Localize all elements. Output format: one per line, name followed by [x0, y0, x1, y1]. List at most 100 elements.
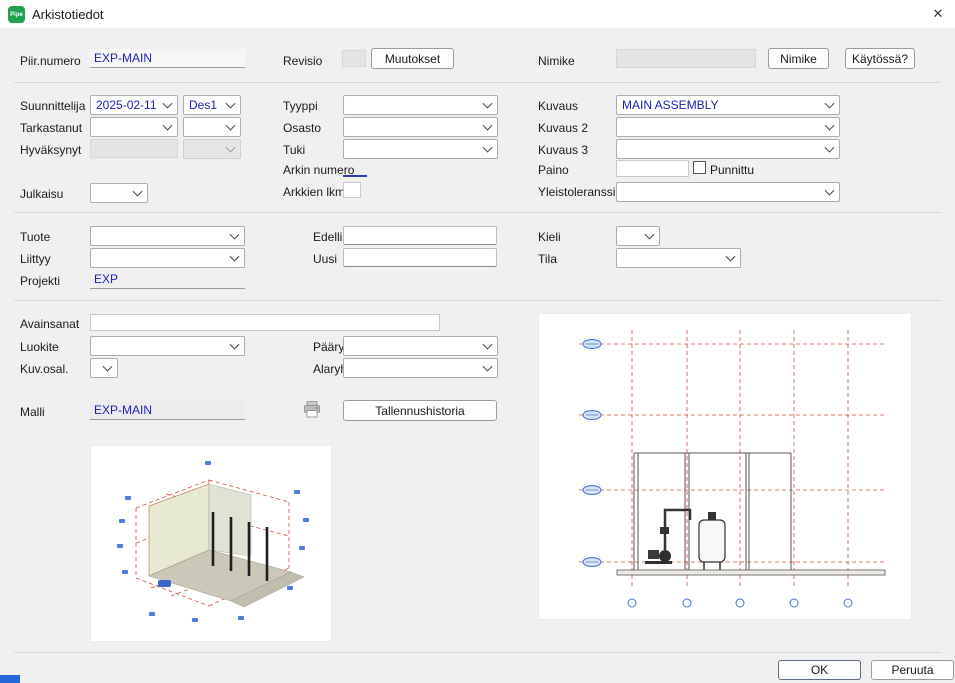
- chevron-down-icon: [230, 340, 240, 350]
- kuvaus3-select[interactable]: [616, 139, 840, 159]
- iso-preview: [90, 445, 332, 642]
- suunnittelija-date-value: 2025-02-11: [96, 98, 157, 112]
- kuvaus3-label: Kuvaus 3: [538, 142, 588, 158]
- hyvaksynyt-date-field: [90, 139, 178, 158]
- chevron-down-icon: [163, 99, 173, 109]
- separator: [14, 652, 941, 653]
- peruuta-button[interactable]: Peruuta: [871, 660, 954, 680]
- punnittu-label: Punnittu: [710, 162, 754, 178]
- chevron-down-icon: [483, 143, 493, 153]
- kuvaus-select[interactable]: MAIN ASSEMBLY: [616, 95, 840, 115]
- yleistoleranssi-label: Yleistoleranssi: [538, 184, 615, 200]
- julkaisu-label: Julkaisu: [20, 186, 63, 202]
- kuvaus-value: MAIN ASSEMBLY: [622, 98, 718, 112]
- paino-field[interactable]: [616, 160, 689, 177]
- piir-numero-field[interactable]: EXP-MAIN: [90, 49, 245, 68]
- tila-label: Tila: [538, 251, 557, 267]
- julkaisu-select[interactable]: [90, 183, 148, 203]
- edellinen-field[interactable]: [343, 226, 497, 245]
- liittyy-label: Liittyy: [20, 251, 51, 267]
- kuvaus2-label: Kuvaus 2: [538, 120, 588, 136]
- close-icon[interactable]: ✕: [921, 0, 955, 28]
- chevron-down-icon: [230, 230, 240, 240]
- chevron-down-icon: [163, 121, 173, 131]
- uusi-field[interactable]: [343, 248, 497, 267]
- paaryhma-select[interactable]: [343, 336, 498, 356]
- arkin-numero-field[interactable]: [343, 161, 367, 177]
- luokite-label: Luokite: [20, 339, 59, 355]
- hyvaksynyt-person-select: [183, 139, 241, 159]
- projekti-value: EXP: [90, 270, 245, 289]
- tarkastanut-date-select[interactable]: [90, 117, 178, 137]
- luokite-select[interactable]: [90, 336, 245, 356]
- malli-field[interactable]: EXP-MAIN: [90, 401, 245, 420]
- yleistoleranssi-select[interactable]: [616, 182, 840, 202]
- paino-label: Paino: [538, 162, 569, 178]
- tuote-label: Tuote: [20, 229, 50, 245]
- liittyy-select[interactable]: [90, 248, 245, 268]
- kuv-osal-label: Kuv.osal.: [20, 361, 68, 377]
- punnittu-checkbox[interactable]: [693, 161, 706, 174]
- nimike-field[interactable]: [616, 49, 756, 68]
- suunnittelija-designer-select[interactable]: Des1: [183, 95, 241, 115]
- chevron-down-icon: [483, 99, 493, 109]
- tallennushistoria-button[interactable]: Tallennushistoria: [343, 400, 497, 421]
- kieli-label: Kieli: [538, 229, 561, 245]
- chevron-down-icon: [483, 362, 493, 372]
- projekti-label: Projekti: [20, 273, 60, 289]
- tyyppi-select[interactable]: [343, 95, 498, 115]
- tarkastanut-label: Tarkastanut: [20, 120, 82, 136]
- chevron-down-icon: [226, 121, 236, 131]
- osasto-select[interactable]: [343, 117, 498, 137]
- uusi-label: Uusi: [313, 251, 337, 267]
- elevation-preview: [538, 313, 912, 620]
- chevron-down-icon: [133, 187, 143, 197]
- window-title: Arkistotiedot: [32, 7, 104, 22]
- elevation-preview-drawing: [539, 314, 911, 619]
- kuvaus2-select[interactable]: [616, 117, 840, 137]
- chevron-down-icon: [825, 121, 835, 131]
- arkkien-lkm-label: Arkkien lkm: [283, 184, 345, 200]
- avainsanat-label: Avainsanat: [20, 316, 79, 332]
- chevron-down-icon: [226, 99, 236, 109]
- app-icon: Pipe: [8, 6, 25, 23]
- chevron-down-icon: [230, 252, 240, 262]
- chevron-down-icon: [645, 230, 655, 240]
- tyyppi-label: Tyyppi: [283, 98, 318, 114]
- kaytossa-button[interactable]: Käytössä?: [845, 48, 915, 69]
- separator: [14, 212, 941, 213]
- arkkien-lkm-field[interactable]: [343, 182, 361, 198]
- avainsanat-field[interactable]: [90, 314, 440, 331]
- tarkastanut-person-select[interactable]: [183, 117, 241, 137]
- tuki-select[interactable]: [343, 139, 498, 159]
- chevron-down-icon: [483, 340, 493, 350]
- kieli-select[interactable]: [616, 226, 660, 246]
- kuv-osal-select[interactable]: [90, 358, 118, 378]
- chevron-down-icon: [103, 362, 113, 372]
- tuki-label: Tuki: [283, 142, 305, 158]
- chevron-down-icon: [726, 252, 736, 262]
- pump-marker: [158, 580, 171, 587]
- separator: [14, 82, 941, 83]
- ok-button[interactable]: OK: [778, 660, 861, 680]
- suunnittelija-label: Suunnittelija: [20, 98, 85, 114]
- suunnittelija-designer-value: Des1: [189, 98, 217, 112]
- arkistotiedot-dialog: Pipe Arkistotiedot ✕ Piir.numero EXP-MAI…: [0, 0, 955, 683]
- chevron-down-icon: [226, 143, 236, 153]
- iso-preview-drawing: [91, 446, 331, 641]
- muutokset-button[interactable]: Muutokset: [371, 48, 454, 69]
- nimike-button[interactable]: Nimike: [768, 48, 829, 69]
- chevron-down-icon: [825, 143, 835, 153]
- revisio-label: Revisio: [283, 53, 322, 69]
- tila-select[interactable]: [616, 248, 741, 268]
- chevron-down-icon: [483, 121, 493, 131]
- separator: [14, 300, 941, 301]
- suunnittelija-date-select[interactable]: 2025-02-11: [90, 95, 178, 115]
- title-bar: Pipe Arkistotiedot ✕: [0, 0, 955, 28]
- alaryhma-select[interactable]: [343, 358, 498, 378]
- taskbar-fragment: [0, 675, 20, 683]
- tuote-select[interactable]: [90, 226, 245, 246]
- malli-label: Malli: [20, 404, 45, 420]
- revisio-field[interactable]: [342, 50, 366, 67]
- printer-icon[interactable]: [302, 400, 322, 424]
